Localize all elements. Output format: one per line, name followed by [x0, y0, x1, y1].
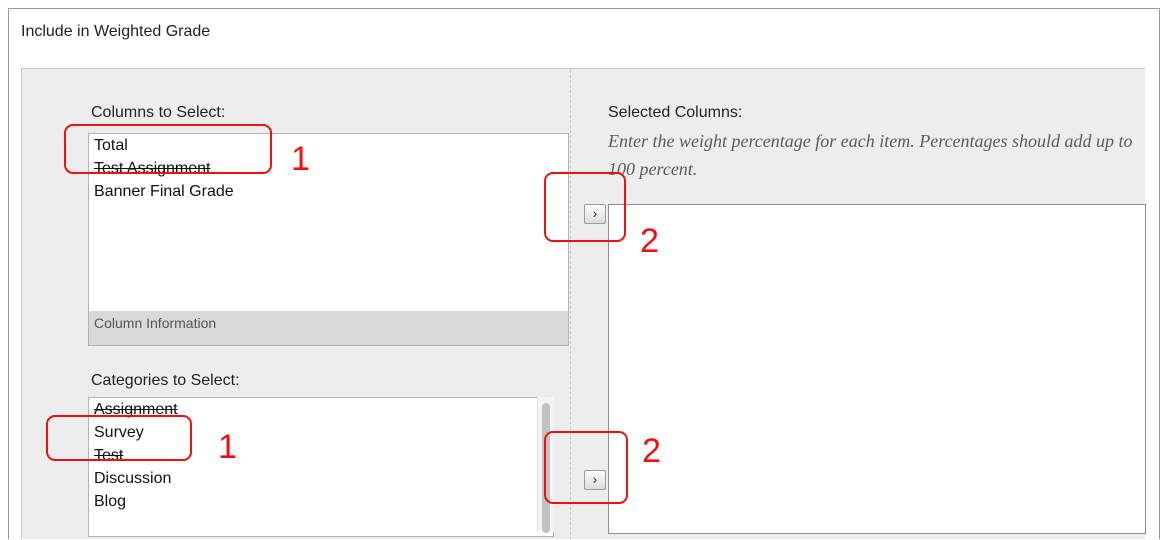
step-1-categories-number: 1	[218, 428, 237, 466]
step-2-columns-number: 2	[640, 222, 659, 260]
column-information-bar[interactable]: Column Information	[88, 311, 569, 346]
step-2-categories-number: 2	[642, 432, 661, 470]
list-item[interactable]: Blog	[89, 490, 553, 513]
weight-help-text: Enter the weight percentage for each ite…	[608, 131, 1133, 179]
categories-to-select-label: Categories to Select:	[91, 372, 240, 389]
highlight-add-category-button	[544, 431, 628, 504]
highlight-categories-selection	[46, 415, 192, 461]
columns-to-select-label: Columns to Select:	[91, 104, 226, 121]
selected-columns-label: Selected Columns:	[608, 104, 743, 121]
highlight-add-column-button	[544, 172, 626, 242]
highlight-columns-selection	[64, 124, 272, 174]
info-divider	[568, 311, 569, 346]
selected-columns-box[interactable]	[608, 204, 1146, 534]
section-label: Include in Weighted Grade	[21, 23, 211, 40]
list-item[interactable]: Banner Final Grade	[89, 180, 568, 203]
list-item[interactable]: Discussion	[89, 467, 553, 490]
step-1-columns-number: 1	[291, 140, 310, 178]
